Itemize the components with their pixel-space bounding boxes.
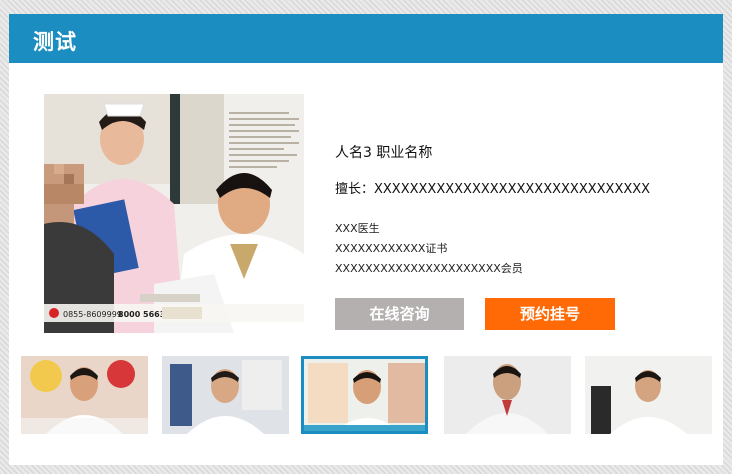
doctor-thumbnail-2[interactable] [162, 356, 289, 434]
doctor-thumbnail-1[interactable] [21, 356, 148, 434]
panel-title: 测试 [33, 30, 77, 54]
doctor-thumbnail-4[interactable] [444, 356, 571, 434]
doctor-thumbnail-3[interactable] [301, 356, 428, 434]
panel-header: 测试 [9, 14, 723, 63]
photo-phone-1: 0855-8609999 [63, 310, 122, 319]
doctor-credential-3: XXXXXXXXXXXXXXXXXXXXXX会员 [335, 262, 523, 275]
doctor-credential-2: XXXXXXXXXXXX证书 [335, 242, 448, 255]
doctor-panel: 测试 0855-8609999 8000 56638 人名3 职业名称 擅长：X… [9, 14, 723, 465]
doctor-specialty: 擅长：XXXXXXXXXXXXXXXXXXXXXXXXXXXXXXX [335, 182, 651, 197]
doctor-credential-1: XXX医生 [335, 222, 380, 235]
book-appointment-button[interactable]: 预约挂号 [485, 298, 615, 330]
online-consult-button[interactable]: 在线咨询 [335, 298, 464, 330]
doctor-name-title: 人名3 职业名称 [335, 145, 433, 161]
doctor-main-photo: 0855-8609999 8000 56638 [44, 94, 304, 333]
doctor-thumbnail-5[interactable] [585, 356, 712, 434]
